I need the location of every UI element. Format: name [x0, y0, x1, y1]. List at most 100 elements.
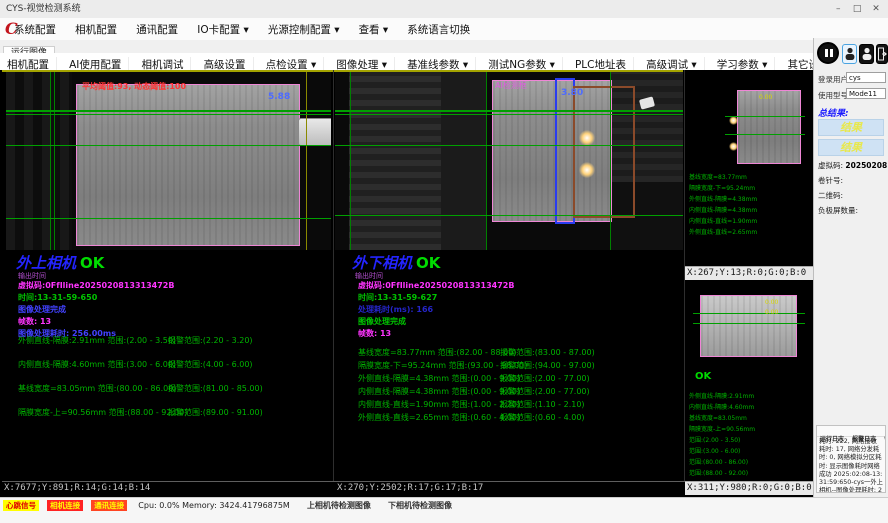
menu-view[interactable]: 查看 ▾: [359, 19, 389, 41]
toolbar-image-processing[interactable]: 图像处理 ▾: [329, 57, 395, 71]
menu-light-config[interactable]: 光源控制配置 ▾: [268, 19, 340, 41]
toolbar-ai-config[interactable]: AI使用配置: [62, 57, 129, 71]
menu-system-config[interactable]: 系统配置: [14, 19, 56, 41]
process-done-line: 图像处理完成: [358, 316, 406, 327]
close-icon[interactable]: ✕: [868, 0, 884, 18]
ai-box-overlay-label: AI检测框: [495, 80, 527, 91]
app-logo-icon: C: [5, 19, 18, 38]
frame-count-line: 帧数: 13: [18, 316, 51, 327]
preview-text-line: 内侧直线-隔膜:4.60mm: [689, 402, 754, 411]
preview-text-line: 范围:(80.00 - 86.00): [689, 457, 748, 466]
toolbar-camera-config[interactable]: 相机配置: [0, 57, 57, 71]
frame-count-line: 帧数: 13: [358, 328, 391, 339]
alarm-range: 报警范围:(81.00 - 85.00): [168, 383, 263, 394]
preview-text-line: 范围:(3.00 - 6.00): [689, 446, 740, 455]
tab-strip: 运行图像: [0, 40, 813, 54]
model-field[interactable]: Mode11: [846, 88, 886, 99]
preview-value-label: 0.00: [759, 94, 772, 101]
measure-row: 内侧直线-直线=1.90mm 范围:(1.00 - 2.20): [358, 399, 520, 410]
comm-connection-badge: 通讯连接: [91, 500, 127, 511]
minimize-icon[interactable]: –: [830, 0, 846, 18]
toolbar: 相机配置 AI使用配置 相机调试 高级设置 点检设置 ▾ 图像处理 ▾ 基准线参…: [0, 53, 813, 71]
toolbar-baseline-params[interactable]: 基准线参数 ▾: [400, 57, 476, 71]
threshold-overlay-label: 平均阈值:93, 动态阈值:100: [82, 81, 186, 92]
virtual-code-line: 虚拟码:0FfIline2025020813313472B: [18, 280, 174, 291]
virtual-code-field: 虚拟码: 20250208: [818, 160, 887, 171]
menu-camera-config[interactable]: 相机配置: [75, 19, 117, 41]
result-badge: 结果: [818, 119, 884, 136]
preview-value-label: 0.00: [765, 299, 778, 306]
exit-door-icon: [878, 47, 887, 61]
user-icon: [845, 47, 855, 61]
preview-top-image[interactable]: 0.00 基线宽度=83.77mm 隔膜宽度-下=95.24mm 外侧直线-隔膜…: [685, 72, 812, 266]
alarm-range: 报警范围:(83.00 - 87.00): [500, 347, 595, 358]
title-bar: CYS-视觉检测系统 – □ ✕: [0, 0, 888, 19]
main-workspace: 平均阈值:93, 动态阈值:100 5.88 AI检测框 3.80 外: [0, 70, 813, 497]
log-tab-error[interactable]: 错误日志: [884, 435, 886, 445]
toolbar-spot-check[interactable]: 点检设置 ▾: [259, 57, 325, 71]
menu-bar: C 系统配置 相机配置 通讯配置 IO卡配置 ▾ 光源控制配置 ▾ 查看 ▾ 系…: [0, 18, 888, 41]
alarm-range: 报警范围:(89.00 - 91.00): [168, 407, 263, 418]
toolbar-test-ng-params[interactable]: 测试NG参数 ▾: [481, 57, 563, 71]
total-result-label: 总结果:: [818, 106, 849, 119]
cpu-memory-readout: Cpu: 0.0% Memory: 3424.41796875M: [138, 500, 290, 511]
preview-text-line: 外侧直线-直线=2.65mm: [689, 227, 757, 236]
alarm-range: 报警范围:(2.20 - 3.20): [168, 335, 253, 346]
panel-divider: [333, 70, 334, 483]
preview-bottom-image[interactable]: 0.00 0.00 OK 外侧直线-隔膜:2.91mm 内侧直线-隔膜:4.60…: [685, 283, 812, 479]
user-login-button[interactable]: [842, 44, 857, 64]
preview-top-coordinates: X:267;Y:13;R:0;G:0;B:0: [685, 266, 814, 280]
operator-button[interactable]: [859, 44, 874, 64]
virtual-code-line: 虚拟码:0FfIline2025020813313472B: [358, 280, 514, 291]
menu-comm-config[interactable]: 通讯配置: [136, 19, 178, 41]
left-camera-result-header: 外上相机OK: [16, 252, 104, 273]
lower-camera-queue-label: 下相机待检测图像: [388, 500, 452, 511]
status-ok: OK: [416, 254, 440, 272]
menu-language-switch[interactable]: 系统语言切换: [407, 19, 470, 41]
measure-row: 外侧直线-直线=2.65mm 范围:(0.60 - 4.00): [358, 412, 520, 423]
log-text: 耗时: 222, 网络接收耗时: 17, 网络分发耗时: 0, 网络模拟分区耗时…: [817, 437, 885, 493]
preview-text-line: 基线宽度=83.77mm: [689, 172, 747, 181]
status-ok: OK: [695, 371, 711, 382]
measure-row: 隔膜宽度-上=90.56mm 范围:(88.00 - 92.00): [18, 407, 187, 418]
toolbar-advanced-settings[interactable]: 高级设置: [197, 57, 254, 71]
preview-text-line: 内侧直线-直线=1.90mm: [689, 216, 757, 225]
camera-name: 外上相机: [16, 254, 76, 272]
qr-code-field: 二维码:: [818, 190, 843, 201]
middle-camera-image[interactable]: AI检测框 3.80: [335, 72, 683, 250]
process-done-line: 图像处理完成: [18, 304, 66, 315]
result-badge: 结果: [818, 139, 884, 156]
preview-text-line: 范围:(88.00 - 92.00): [689, 468, 748, 477]
pause-button[interactable]: [817, 42, 839, 64]
right-sidebar: 登录用户: cys 使用型号: Mode11 总结果: 结果 结果 虚拟码: 2…: [813, 38, 888, 497]
toolbar-learning-params[interactable]: 学习参数 ▾: [710, 57, 776, 71]
preview-text-line: 外侧直线-隔膜:2.91mm: [689, 391, 754, 400]
left-camera-image[interactable]: 平均阈值:93, 动态阈值:100 5.88: [6, 72, 331, 250]
preview-value-label: 0.00: [765, 309, 778, 316]
exit-button[interactable]: [876, 44, 888, 64]
measure-row: 基线宽度=83.05mm 范围:(80.00 - 86.00): [18, 383, 176, 394]
alarm-range: 报警范围:(2.00 - 77.00): [500, 386, 590, 397]
time-line: 时间:13-31-59-650: [18, 292, 97, 303]
toolbar-other-settings[interactable]: 其它设置 ▾: [780, 57, 813, 71]
measure-row: 外侧直线-隔膜:2.91mm 范围:(2.00 - 3.50): [18, 335, 176, 346]
alarm-range: 报警范围:(94.00 - 97.00): [500, 360, 595, 371]
preview-text-line: 范围:(2.00 - 3.50): [689, 435, 740, 444]
toolbar-plc-address[interactable]: PLC地址表: [568, 57, 634, 71]
preview-text-line: 外侧直线-隔膜=4.38mm: [689, 194, 757, 203]
preview-bottom-coordinates: X:311;Y:980;R:0;G:0;B:0: [685, 481, 814, 495]
camera-connection-badge: 相机连接: [47, 500, 83, 511]
alarm-range: 报警范围:(2.00 - 77.00): [500, 373, 590, 384]
measure-row: 外侧直线-隔膜=4.38mm 范围:(0.00 - 9.00): [358, 373, 520, 384]
alarm-range: 报警范围:(1.10 - 2.10): [500, 399, 585, 410]
process-time-line: 处理耗时(ms): 166: [358, 304, 433, 315]
measure-overlay-value: 3.80: [561, 88, 583, 98]
toolbar-camera-debug[interactable]: 相机调试: [134, 57, 191, 71]
menu-io-config[interactable]: IO卡配置 ▾: [197, 19, 248, 41]
log-tabs: 运行日志 报警日志 错误日志: [817, 426, 885, 437]
toolbar-advanced-debug[interactable]: 高级调试 ▾: [639, 57, 705, 71]
login-user-field[interactable]: cys: [846, 72, 886, 83]
maximize-icon[interactable]: □: [849, 0, 865, 18]
status-bar: 心跳信号 相机连接 通讯连接 Cpu: 0.0% Memory: 3424.41…: [0, 497, 888, 523]
operator-icon: [862, 47, 872, 61]
